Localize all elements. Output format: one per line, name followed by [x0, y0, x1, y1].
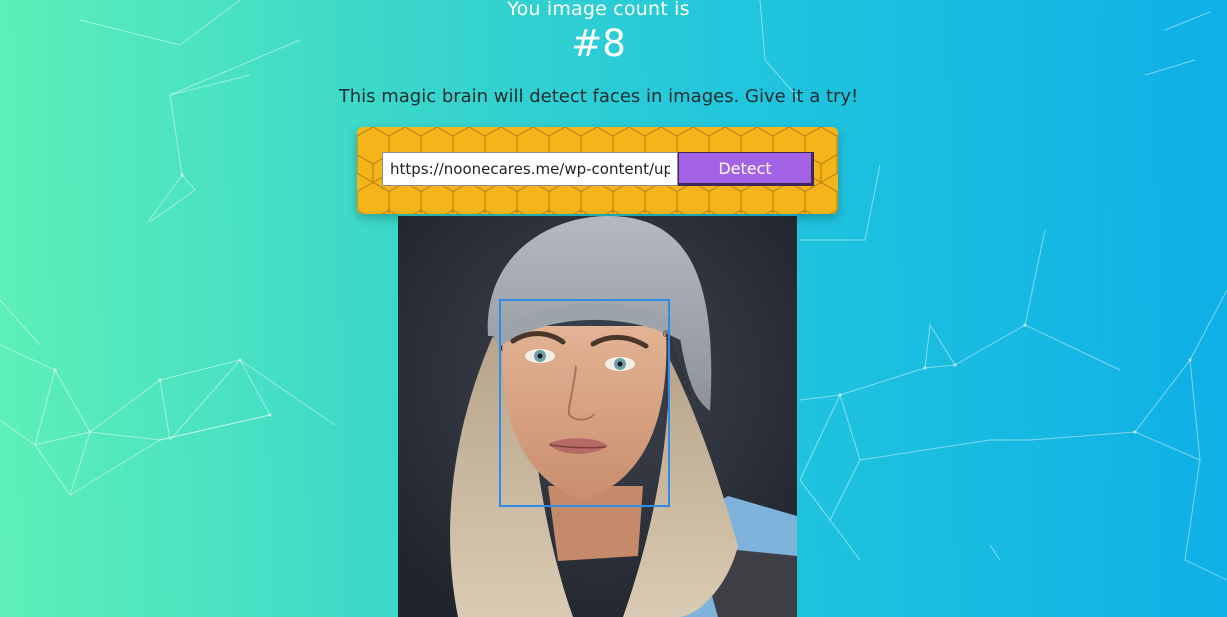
input-photo: @noonecares.me: [398, 216, 797, 617]
detected-face-box: [499, 299, 670, 507]
image-count-value: #8: [571, 22, 626, 65]
image-url-form: Detect: [357, 127, 838, 214]
image-url-input[interactable]: [382, 152, 678, 186]
detect-button[interactable]: Detect: [678, 152, 814, 186]
image-count-label: You image count is: [507, 0, 690, 20]
tagline-text: This magic brain will detect faces in im…: [338, 86, 859, 107]
